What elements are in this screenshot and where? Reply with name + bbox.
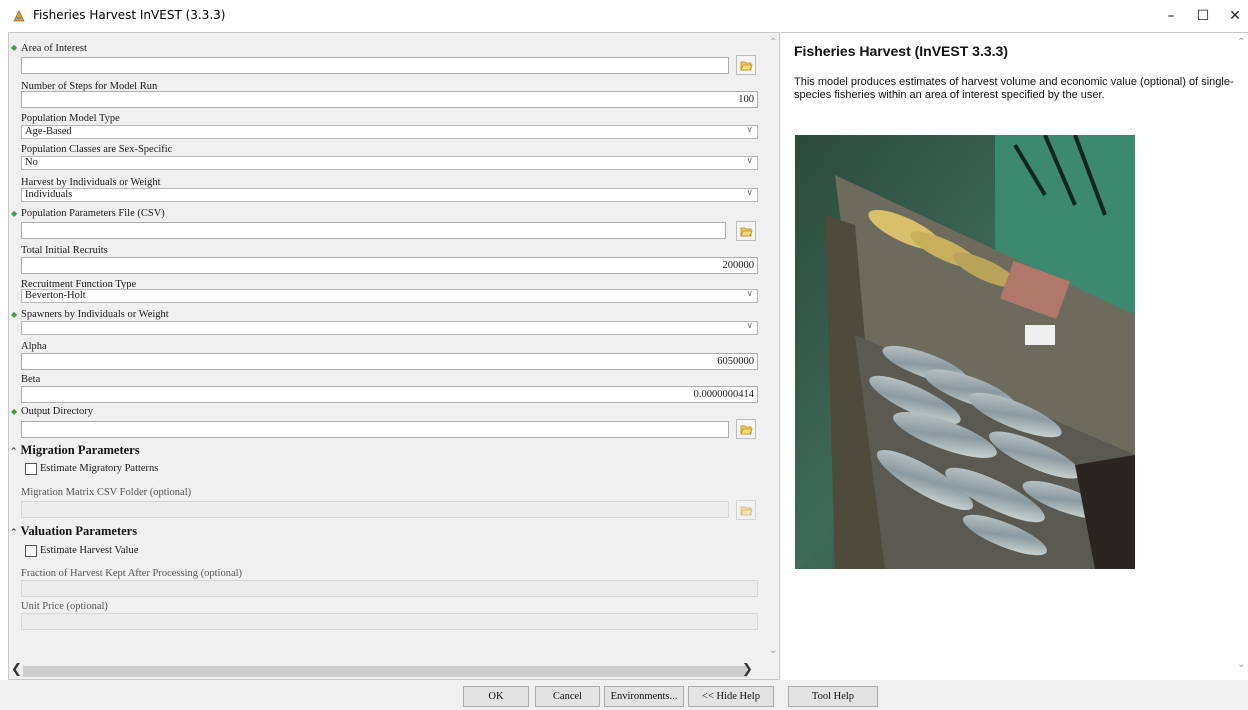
arcgis-tool-icon	[13, 10, 25, 22]
parameters-pane: ◆ Area of Interest Number of Steps for M…	[8, 32, 780, 680]
fraction-kept-label: Fraction of Harvest Kept After Processin…	[21, 568, 243, 579]
hide-help-button[interactable]: << Hide Help	[688, 686, 774, 707]
cancel-button[interactable]: Cancel	[535, 686, 600, 707]
sex-specific-label: Population Classes are Sex-Specific	[21, 144, 173, 155]
scroll-down-icon[interactable]: ⌄	[1237, 659, 1245, 670]
unit-price-input[interactable]	[21, 613, 758, 630]
help-vertical-scrollbar[interactable]: ⌃ ⌄	[1236, 33, 1248, 681]
chevron-down-icon: ∨	[746, 188, 753, 198]
migration-folder-browse-button[interactable]	[736, 500, 756, 520]
beta-label: Beta	[21, 374, 41, 385]
fish-market-photo	[795, 135, 1135, 569]
folder-open-icon	[739, 61, 753, 70]
area-of-interest-input[interactable]	[21, 57, 729, 74]
folder-open-icon	[739, 425, 753, 434]
output-directory-input[interactable]	[21, 421, 729, 438]
window-title: Fisheries Harvest InVEST (3.3.3)	[33, 8, 226, 22]
migration-folder-label: Migration Matrix CSV Folder (optional)	[21, 487, 192, 498]
alpha-input[interactable]: 6050000	[21, 353, 758, 370]
scroll-right-icon[interactable]: ❯	[742, 662, 753, 677]
estimate-harvest-value-checkbox[interactable]	[25, 545, 37, 557]
population-params-browse-button[interactable]	[736, 221, 756, 241]
collapse-caret-icon: ⌃	[10, 446, 18, 456]
required-marker: ◆	[11, 310, 18, 319]
unit-price-label: Unit Price (optional)	[21, 601, 108, 612]
harvest-by-label: Harvest by Individuals or Weight	[21, 177, 161, 188]
ok-button[interactable]: OK	[463, 686, 529, 707]
collapse-caret-icon: ⌃	[10, 527, 18, 537]
fraction-kept-input[interactable]	[21, 580, 758, 597]
harvest-by-select[interactable]: Individuals ∨	[21, 188, 758, 202]
estimate-migration-checkbox[interactable]	[25, 463, 37, 475]
scroll-left-icon[interactable]: ❮	[11, 662, 22, 677]
spawners-by-select[interactable]: ∨	[21, 321, 758, 335]
population-params-file-input[interactable]	[21, 222, 726, 239]
scroll-up-icon[interactable]: ⌃	[1237, 37, 1245, 48]
sex-specific-select[interactable]: No ∨	[21, 156, 758, 170]
valuation-section-header[interactable]: ⌃ Valuation Parameters	[10, 524, 137, 539]
total-initial-recruits-label: Total Initial Recruits	[21, 245, 108, 256]
population-model-type-label: Population Model Type	[21, 113, 120, 124]
area-of-interest-browse-button[interactable]	[736, 55, 756, 75]
spawners-by-label: Spawners by Individuals or Weight	[21, 309, 169, 320]
area-of-interest-label: Area of Interest	[21, 43, 87, 54]
environments-button[interactable]: Environments...	[604, 686, 684, 707]
help-description: This model produces estimates of harvest…	[794, 76, 1234, 101]
parameters-vertical-scrollbar[interactable]: ⌃ ⌄	[768, 33, 779, 679]
title-bar: Fisheries Harvest InVEST (3.3.3) – ☐ ✕	[0, 0, 1248, 32]
chevron-down-icon: ∨	[746, 156, 753, 166]
output-directory-label: Output Directory	[21, 406, 94, 417]
required-marker: ◆	[11, 43, 18, 52]
tool-help-button[interactable]: Tool Help	[788, 686, 878, 707]
chevron-down-icon: ∨	[746, 289, 753, 299]
help-title: Fisheries Harvest (InVEST 3.3.3)	[794, 43, 1008, 59]
scroll-thumb[interactable]	[23, 666, 747, 677]
population-params-file-label: Population Parameters File (CSV)	[21, 208, 165, 219]
chevron-down-icon: ∨	[746, 125, 753, 135]
estimate-migration-label: Estimate Migratory Patterns	[40, 463, 159, 474]
help-pane: Fisheries Harvest (InVEST 3.3.3) This mo…	[781, 32, 1248, 680]
beta-input[interactable]: 0.0000000414	[21, 386, 758, 403]
required-marker: ◆	[11, 209, 18, 218]
close-button[interactable]: ✕	[1212, 0, 1248, 32]
parameters-horizontal-scrollbar[interactable]: ❮ ❯	[9, 662, 768, 679]
population-model-type-select[interactable]: Age-Based ∨	[21, 125, 758, 139]
required-marker: ◆	[11, 407, 18, 416]
scroll-up-icon[interactable]: ⌃	[769, 37, 777, 48]
num-steps-input[interactable]: 100	[21, 91, 758, 108]
output-directory-browse-button[interactable]	[736, 419, 756, 439]
folder-open-icon	[739, 227, 753, 236]
recruitment-function-select[interactable]: Beverton-Holt ∨	[21, 289, 758, 303]
chevron-down-icon: ∨	[746, 321, 753, 331]
migration-section-header[interactable]: ⌃ Migration Parameters	[10, 443, 140, 458]
alpha-label: Alpha	[21, 341, 47, 352]
scroll-down-icon[interactable]: ⌄	[769, 645, 777, 656]
estimate-harvest-value-label: Estimate Harvest Value	[40, 545, 139, 556]
folder-open-icon	[739, 506, 753, 515]
migration-folder-input[interactable]	[21, 501, 729, 518]
total-initial-recruits-input[interactable]: 200000	[21, 257, 758, 274]
